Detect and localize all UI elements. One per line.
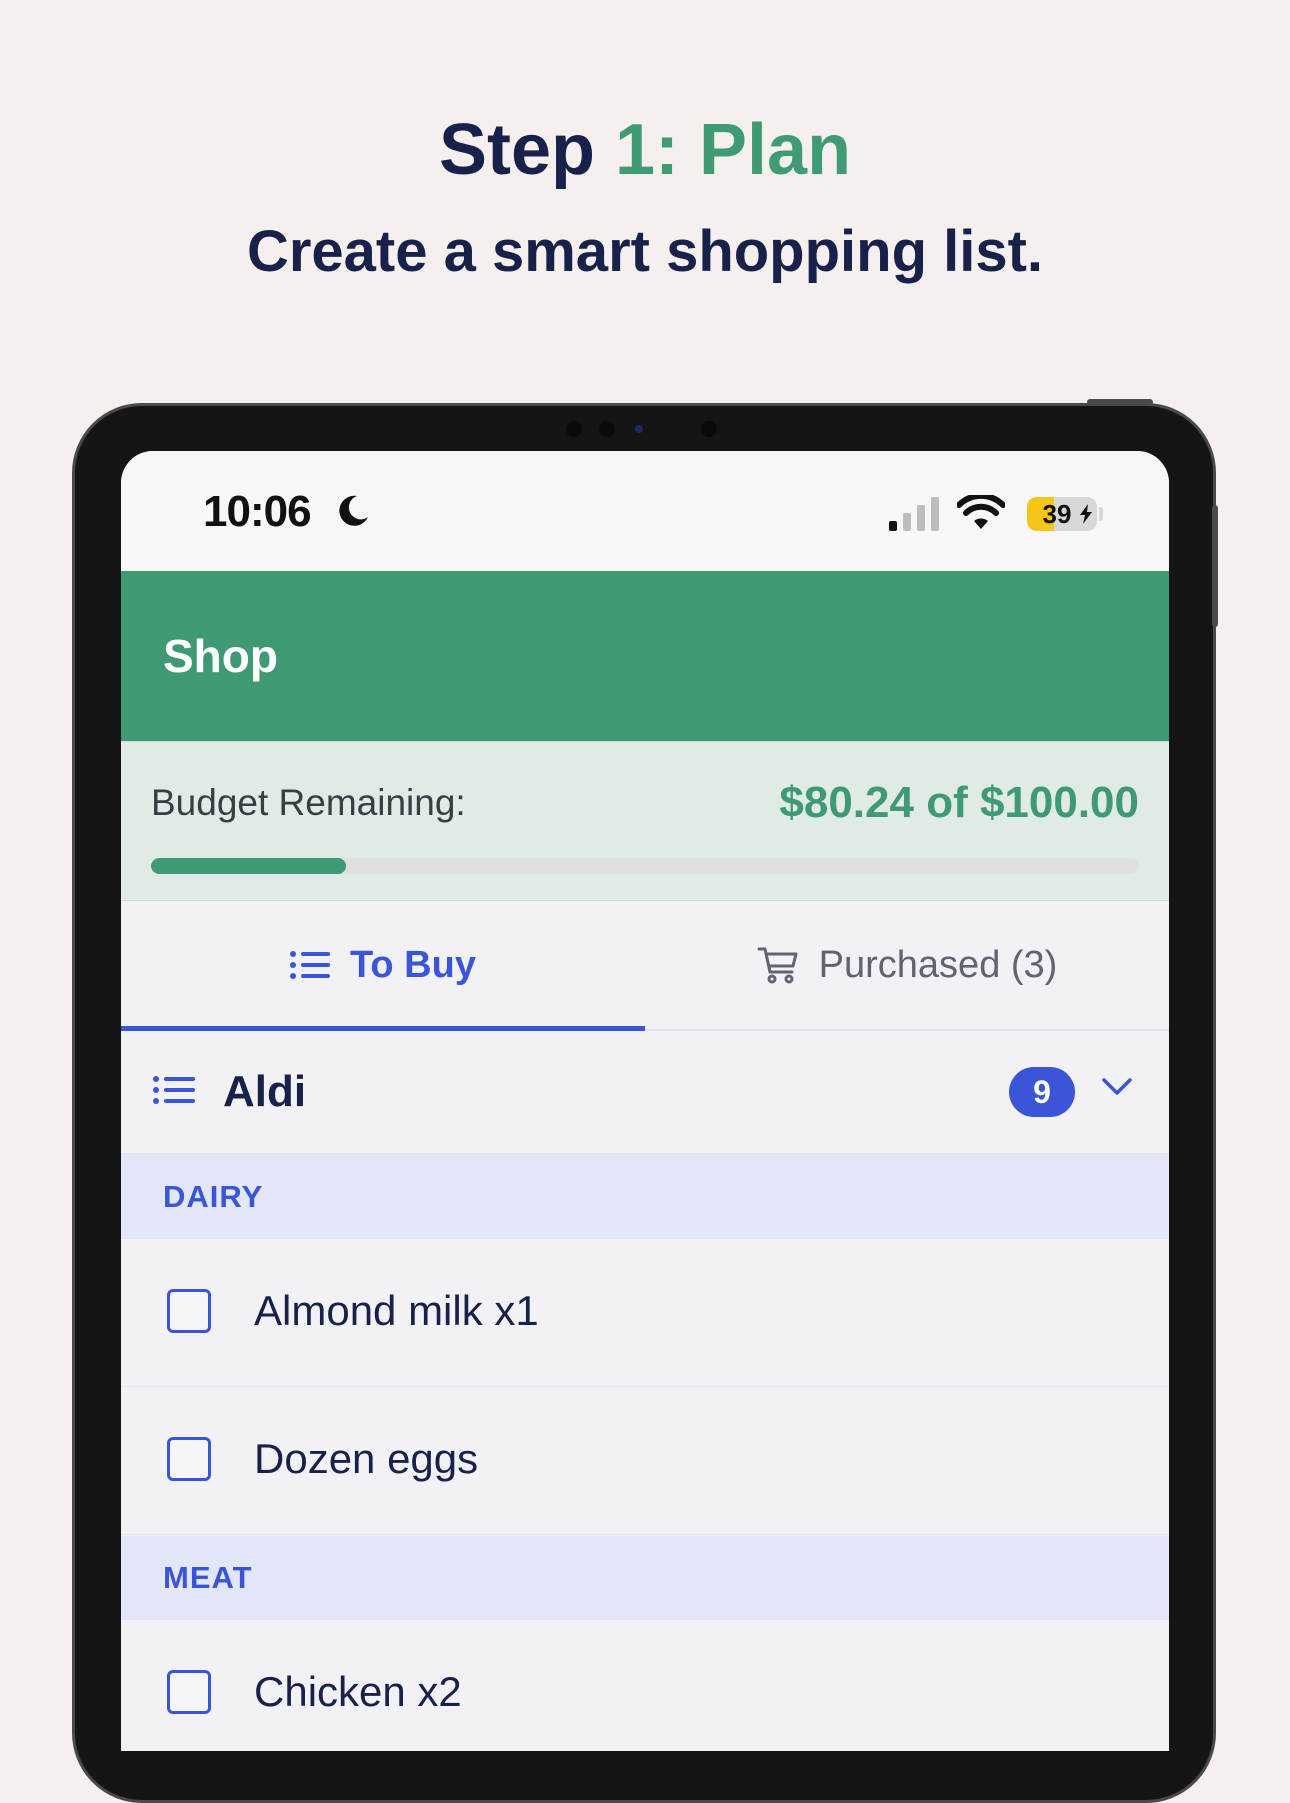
- category-label: MEAT: [163, 1560, 253, 1595]
- charging-bolt-icon: [1080, 504, 1092, 524]
- battery-text: 39: [1042, 499, 1072, 529]
- item-count-badge: 9: [1009, 1067, 1075, 1117]
- budget-progress-fill: [151, 858, 347, 874]
- status-bar: 10:06 39: [121, 451, 1169, 571]
- list-icon: [153, 1076, 195, 1104]
- signal-icon: [889, 497, 939, 531]
- tab-to-buy-label: To Buy: [350, 943, 476, 986]
- promo-title: Step 1: Plan: [0, 100, 1290, 200]
- tab-purchased[interactable]: Purchased (3): [645, 901, 1169, 1029]
- app-screen: 10:06 39 Shop Budget Remaining: $80.24 o…: [121, 451, 1169, 1751]
- item-checkbox[interactable]: [167, 1289, 211, 1333]
- promo-subtitle: Create a smart shopping list.: [246, 219, 1044, 284]
- item-label: Chicken x2: [254, 1668, 462, 1715]
- tab-bar: To Buy Purchased (3): [121, 901, 1169, 1031]
- sensor-dot: [701, 421, 717, 437]
- budget-progress-bar: [151, 858, 1139, 874]
- store-header[interactable]: Aldi 9: [121, 1031, 1169, 1155]
- sensor-dot: [566, 421, 582, 437]
- status-time: 10:06: [203, 487, 312, 536]
- item-label: Almond milk x1: [254, 1287, 539, 1334]
- budget-panel: Budget Remaining: $80.24 of $100.00: [121, 741, 1169, 901]
- item-label: Dozen eggs: [254, 1435, 479, 1482]
- battery-icon: 39: [1027, 497, 1097, 531]
- item-checkbox[interactable]: [167, 1437, 211, 1481]
- app-header: Shop: [121, 571, 1169, 741]
- budget-label: Budget Remaining:: [151, 782, 466, 823]
- list-icon: [290, 951, 331, 979]
- wifi-icon: [957, 495, 1005, 529]
- list-item[interactable]: Almond milk x1: [121, 1239, 1169, 1387]
- promo-title-accent: 1: Plan: [614, 110, 852, 190]
- camera-icon: [635, 425, 643, 433]
- sensor-dot: [599, 421, 615, 437]
- tab-purchased-label: Purchased (3): [818, 943, 1058, 986]
- budget-value: $80.24 of $100.00: [779, 778, 1139, 827]
- page-title: Shop: [163, 630, 278, 682]
- battery-nub: [1099, 507, 1103, 521]
- list-item[interactable]: Dozen eggs: [121, 1387, 1169, 1535]
- list-item[interactable]: Chicken x2: [121, 1620, 1169, 1751]
- category-header-dairy: DAIRY: [121, 1155, 1169, 1239]
- category-label: DAIRY: [163, 1179, 264, 1214]
- category-header-meat: MEAT: [121, 1536, 1169, 1620]
- top-button: [1087, 399, 1153, 405]
- volume-down-button: [1212, 567, 1218, 627]
- promo-title-prefix: Step: [438, 110, 615, 190]
- chevron-down-icon[interactable]: [1101, 1077, 1133, 1097]
- item-checkbox[interactable]: [167, 1670, 211, 1714]
- cart-icon: [757, 947, 798, 984]
- store-name: Aldi: [223, 1067, 307, 1116]
- tab-to-buy[interactable]: To Buy: [121, 901, 645, 1029]
- moon-icon: [339, 495, 368, 526]
